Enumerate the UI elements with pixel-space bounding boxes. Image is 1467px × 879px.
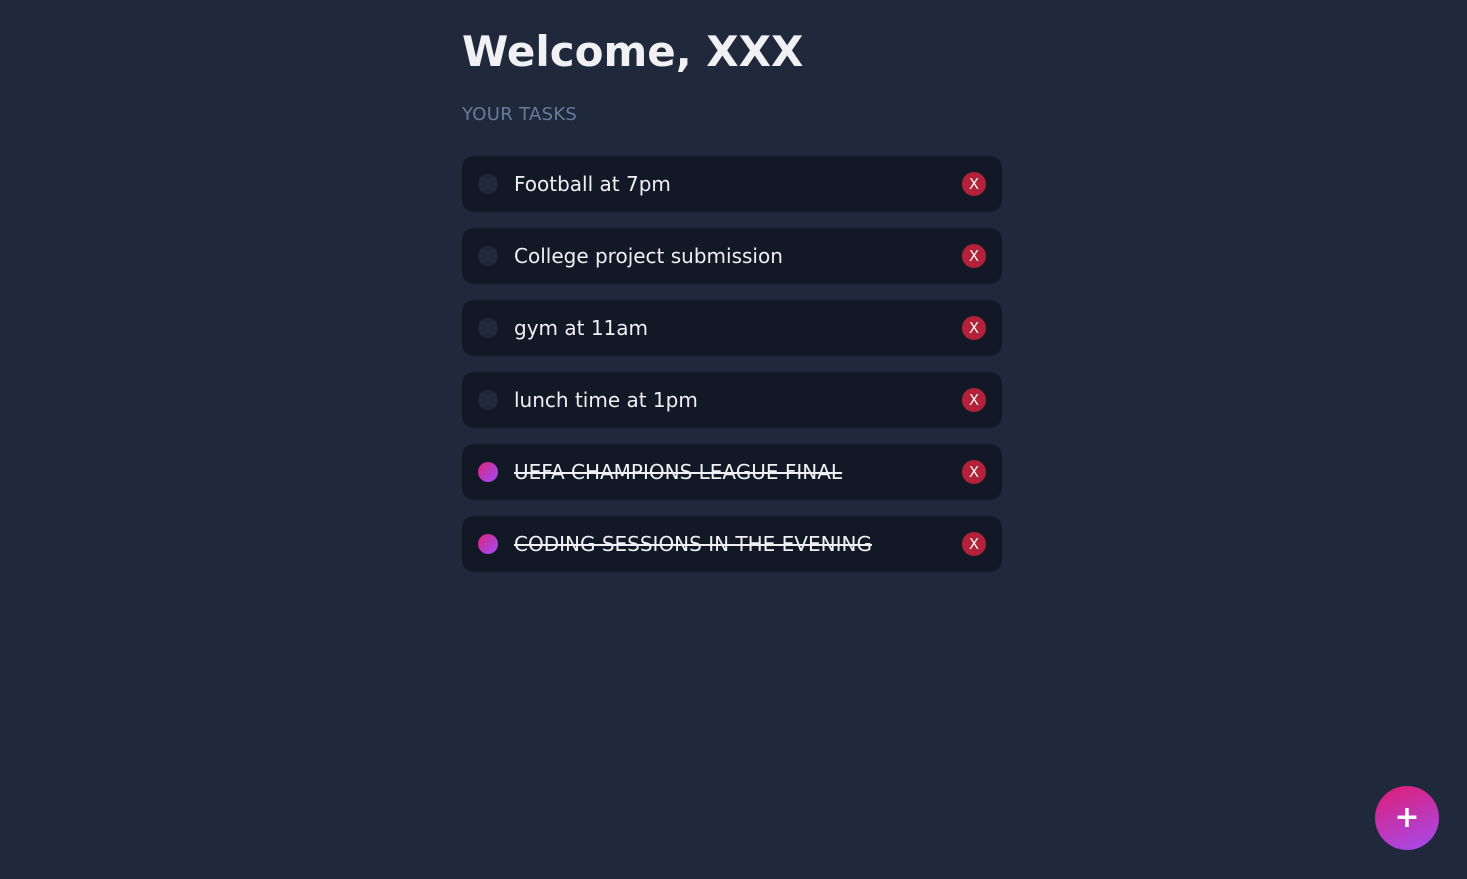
delete-task-button[interactable]: X — [962, 460, 986, 484]
task-item[interactable]: lunch time at 1pm X — [462, 372, 1002, 428]
task-checkbox[interactable] — [478, 390, 498, 410]
task-label: College project submission — [514, 244, 783, 268]
task-item[interactable]: Football at 7pm X — [462, 156, 1002, 212]
delete-task-button[interactable]: X — [962, 388, 986, 412]
task-item[interactable]: gym at 11am X — [462, 300, 1002, 356]
delete-task-button[interactable]: X — [962, 316, 986, 340]
task-item[interactable]: UEFA CHAMPIONS LEAGUE FINAL X — [462, 444, 1002, 500]
delete-task-button[interactable]: X — [962, 244, 986, 268]
task-checkbox[interactable] — [478, 318, 498, 338]
task-checkbox[interactable] — [478, 174, 498, 194]
delete-task-button[interactable]: X — [962, 532, 986, 556]
task-checkbox-checked[interactable] — [478, 462, 498, 482]
task-checkbox-checked[interactable] — [478, 534, 498, 554]
task-label: lunch time at 1pm — [514, 388, 698, 412]
task-item[interactable]: CODING SESSIONS IN THE EVENING X — [462, 516, 1002, 572]
task-item[interactable]: College project submission X — [462, 228, 1002, 284]
task-label: gym at 11am — [514, 316, 649, 340]
task-label: CODING SESSIONS IN THE EVENING — [514, 532, 872, 556]
delete-task-button[interactable]: X — [962, 172, 986, 196]
task-label: Football at 7pm — [514, 172, 671, 196]
page-title: Welcome, XXX — [462, 27, 804, 76]
add-task-button[interactable]: + — [1375, 786, 1439, 850]
section-label: YOUR TASKS — [462, 104, 578, 125]
plus-icon: + — [1394, 800, 1420, 835]
main-content: Welcome, XXX YOUR TASKS Football at 7pm … — [462, 0, 1002, 588]
task-checkbox[interactable] — [478, 246, 498, 266]
task-list: Football at 7pm X College project submis… — [462, 156, 1002, 572]
task-label: UEFA CHAMPIONS LEAGUE FINAL — [514, 460, 843, 484]
app-root: Welcome, XXX YOUR TASKS Football at 7pm … — [0, 0, 1467, 879]
